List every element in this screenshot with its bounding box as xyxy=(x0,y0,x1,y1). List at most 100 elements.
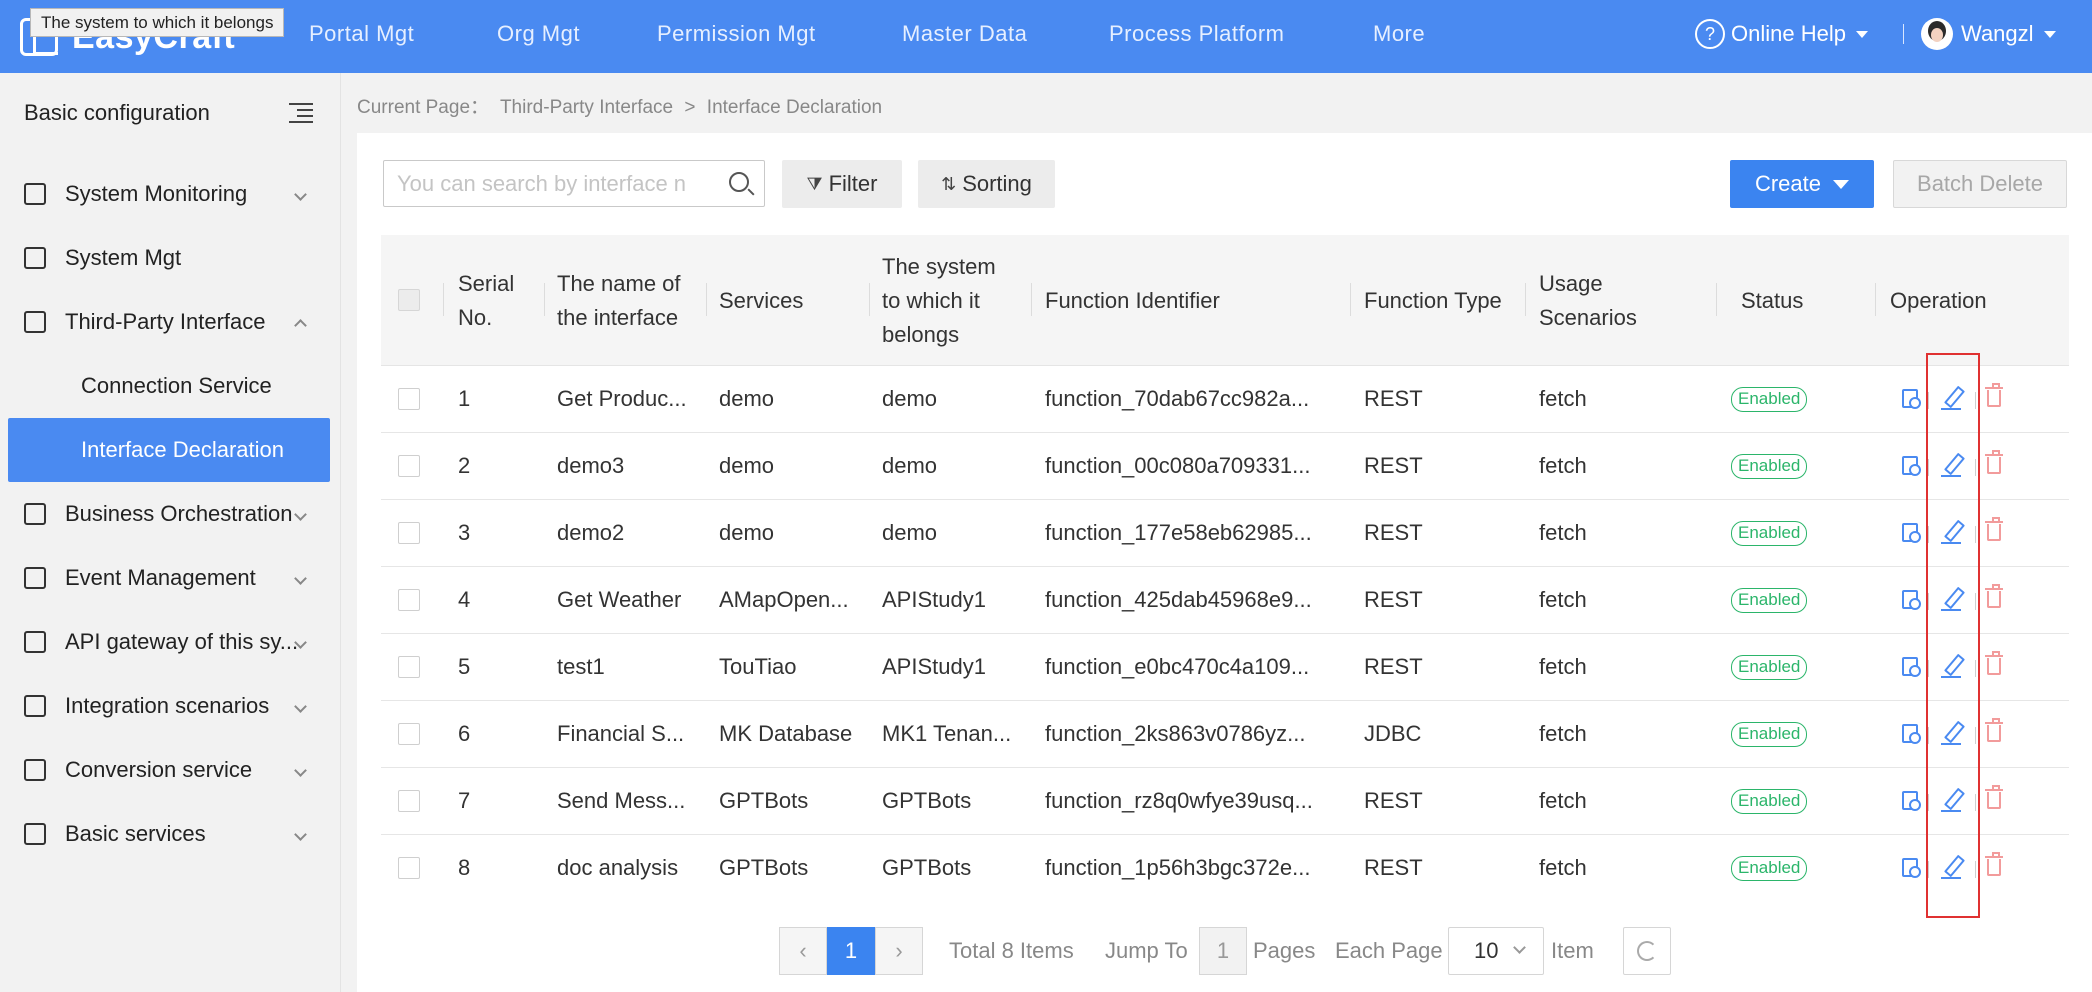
sidebar-item-third-party-interface[interactable]: Third-Party Interface xyxy=(0,294,341,350)
view-details-icon[interactable] xyxy=(1902,389,1921,409)
header-function-identifier[interactable]: Function Identifier xyxy=(1045,235,1220,366)
view-details-icon[interactable] xyxy=(1902,456,1921,476)
row-checkbox[interactable] xyxy=(398,790,420,812)
table-row[interactable]: 5 test1 TouTiao APIStudy1 function_e0bc4… xyxy=(381,634,2069,701)
row-checkbox[interactable] xyxy=(398,455,420,477)
next-page-button[interactable]: › xyxy=(875,927,923,975)
sidebar-item-system-monitoring[interactable]: System Monitoring xyxy=(0,166,341,222)
header-line: The system xyxy=(882,253,996,279)
sidebar-item-api-gateway[interactable]: API gateway of this sy... xyxy=(0,614,341,670)
cell-services: GPTBots xyxy=(719,855,809,880)
search-box xyxy=(383,160,765,207)
cell-serial-no: 7 xyxy=(458,788,471,813)
row-checkbox[interactable] xyxy=(398,388,420,410)
search-input[interactable] xyxy=(397,167,717,201)
cell-function-type: REST xyxy=(1364,855,1423,880)
row-checkbox[interactable] xyxy=(398,656,420,678)
delete-icon[interactable] xyxy=(1985,584,2003,608)
view-details-icon[interactable] xyxy=(1902,523,1921,543)
edit-column-highlight xyxy=(1926,353,1980,918)
cell-system: demo xyxy=(882,453,938,478)
delete-icon[interactable] xyxy=(1985,852,2003,876)
sidebar-subitem-interface-declaration[interactable]: Interface Declaration xyxy=(8,418,330,482)
sidebar-item-integration-scenarios[interactable]: Integration scenarios xyxy=(0,678,341,734)
online-help-label: Online Help xyxy=(1731,21,1846,46)
cell-function-identifier: function_177e58eb62985... xyxy=(1045,520,1312,545)
header-system[interactable]: The system to which it belongs xyxy=(882,235,996,366)
table-row[interactable]: 1 Get Produc... demo demo function_70dab… xyxy=(381,366,2069,433)
row-checkbox[interactable] xyxy=(398,723,420,745)
chevron-down-icon xyxy=(294,763,307,777)
breadcrumb-parent[interactable]: Third-Party Interface xyxy=(500,97,673,118)
row-checkbox[interactable] xyxy=(398,522,420,544)
cell-interface-name: Get Produc... xyxy=(557,386,687,411)
avatar xyxy=(1921,18,1953,50)
jump-to-input[interactable]: 1 xyxy=(1199,927,1247,975)
table-row[interactable]: 7 Send Mess... GPTBots GPTBots function_… xyxy=(381,768,2069,835)
create-label: Create xyxy=(1754,171,1822,196)
delete-icon[interactable] xyxy=(1985,651,2003,675)
sidebar-subitem-connection-service[interactable]: Connection Service xyxy=(0,358,341,414)
nav-process-platform[interactable]: Process Platform xyxy=(1109,0,1285,68)
page-size-select[interactable]: 10 xyxy=(1448,927,1544,975)
refresh-button[interactable] xyxy=(1623,927,1671,975)
sidebar-item-label: Integration scenarios xyxy=(65,693,270,718)
header-services[interactable]: Services xyxy=(719,235,803,366)
column-divider xyxy=(869,283,870,316)
sidebar-item-conversion-service[interactable]: Conversion service xyxy=(0,742,341,798)
delete-icon[interactable] xyxy=(1985,718,2003,742)
table-row[interactable]: 2 demo3 demo demo function_00c080a709331… xyxy=(381,433,2069,500)
header-status[interactable]: Status xyxy=(1741,235,1803,366)
batch-delete-button[interactable]: Batch Delete xyxy=(1893,160,2067,208)
view-details-icon[interactable] xyxy=(1902,590,1921,610)
cell-interface-name: demo3 xyxy=(557,453,625,478)
table-row[interactable]: 6 Financial S... MK Database MK1 Tenan..… xyxy=(381,701,2069,768)
search-icon[interactable] xyxy=(729,172,749,192)
sidebar-item-basic-services[interactable]: Basic services xyxy=(0,806,341,862)
header-line: Usage xyxy=(1539,270,1603,296)
table-row[interactable]: 8 doc analysis GPTBots GPTBots function_… xyxy=(381,835,2069,902)
cell-function-type: REST xyxy=(1364,520,1423,545)
nav-portal-mgt[interactable]: Portal Mgt xyxy=(309,0,414,68)
header-interface-name[interactable]: The name of the interface xyxy=(557,235,681,366)
nav-master-data[interactable]: Master Data xyxy=(902,0,1027,68)
cell-services: GPTBots xyxy=(719,788,809,813)
page-1-button[interactable]: 1 xyxy=(827,927,875,975)
user-menu[interactable]: Wangzl xyxy=(1921,0,2056,68)
delete-icon[interactable] xyxy=(1985,450,2003,474)
row-checkbox[interactable] xyxy=(398,857,420,879)
online-help-menu[interactable]: ? Online Help xyxy=(1695,0,1868,68)
select-all-checkbox[interactable] xyxy=(398,289,420,311)
nav-org-mgt[interactable]: Org Mgt xyxy=(497,0,580,68)
cell-interface-name: test1 xyxy=(557,654,605,679)
view-details-icon[interactable] xyxy=(1902,724,1921,744)
prev-page-button[interactable]: ‹ xyxy=(779,927,827,975)
sidebar-item-label: Connection Service xyxy=(81,373,272,398)
sorting-button[interactable]: ⇅ Sorting xyxy=(918,160,1055,208)
table-row[interactable]: 4 Get Weather AMapOpen... APIStudy1 func… xyxy=(381,567,2069,634)
view-details-icon[interactable] xyxy=(1902,657,1921,677)
row-checkbox[interactable] xyxy=(398,589,420,611)
delete-icon[interactable] xyxy=(1985,785,2003,809)
table-row[interactable]: 3 demo2 demo demo function_177e58eb62985… xyxy=(381,500,2069,567)
sidebar-item-system-mgt[interactable]: System Mgt xyxy=(0,230,341,286)
header-usage-scenarios[interactable]: Usage Scenarios xyxy=(1539,235,1637,366)
header-line: No. xyxy=(458,304,493,330)
delete-icon[interactable] xyxy=(1985,383,2003,407)
sidebar-item-label: Third-Party Interface xyxy=(65,309,266,334)
sidebar-item-event-management[interactable]: Event Management xyxy=(0,550,341,606)
status-badge: Enabled xyxy=(1731,655,1808,680)
delete-icon[interactable] xyxy=(1985,517,2003,541)
filter-button[interactable]: ⧩ Filter xyxy=(782,160,902,208)
view-details-icon[interactable] xyxy=(1902,858,1921,878)
create-button[interactable]: Create xyxy=(1730,160,1874,208)
nav-permission-mgt[interactable]: Permission Mgt xyxy=(657,0,816,68)
view-details-icon[interactable] xyxy=(1902,791,1921,811)
column-divider xyxy=(443,283,444,316)
collapse-menu-icon[interactable] xyxy=(289,103,313,123)
header-function-type[interactable]: Function Type xyxy=(1364,235,1502,366)
header-serial-no[interactable]: Serial No. xyxy=(458,235,514,366)
chevron-down-icon xyxy=(294,827,307,841)
sidebar-item-business-orchestration[interactable]: Business Orchestration xyxy=(0,486,341,542)
nav-more[interactable]: More xyxy=(1373,0,1425,68)
